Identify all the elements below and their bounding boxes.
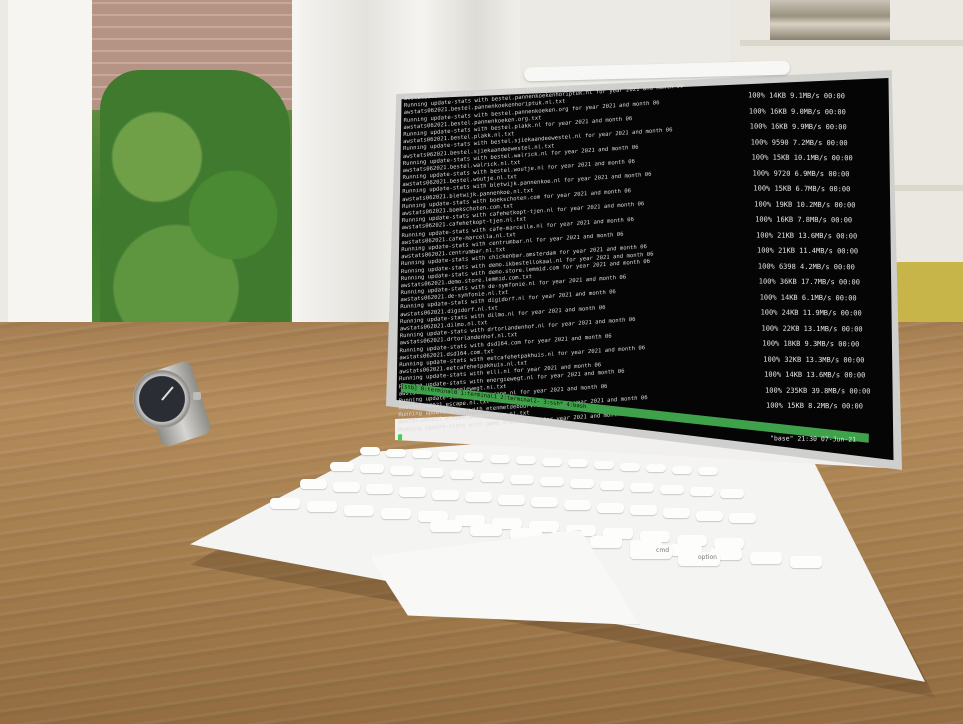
keyboard-key[interactable] (270, 498, 300, 509)
photo-scene: cmd option awstats062021.bestel.pannenkoe… (0, 0, 963, 724)
transfer-stat-row: 100% 14KB 6.1MB/s 00:00 (759, 293, 857, 303)
keyboard-key[interactable] (672, 465, 692, 474)
transfer-stats: 100% 14KB 9.1MB/s 00:00 100% 16KB 9.0MB/s… (748, 87, 878, 418)
transfer-stat-row: 100% 21KB 13.6MB/s 00:00 (756, 231, 858, 241)
keyboard-key[interactable] (432, 489, 459, 500)
keyboard-key[interactable] (333, 481, 360, 492)
transfer-stat-row: 100% 16KB 7.8MB/s 00:00 (755, 215, 853, 225)
terminal-cursor (397, 433, 403, 441)
keyboard-key[interactable] (690, 487, 714, 497)
keyboard-key[interactable] (660, 485, 684, 495)
keyboard-key[interactable] (412, 450, 432, 459)
keyboard-key[interactable] (344, 504, 374, 516)
transfer-stat-row: 100% 15KB 10.1MB/s 00:00 (751, 153, 853, 163)
keyboard-key[interactable] (300, 479, 327, 489)
keyboard-key[interactable] (390, 466, 414, 476)
keyboard-key[interactable] (399, 486, 426, 497)
transfer-stat-row: 100% 15KB 6.7MB/s 00:00 (753, 184, 851, 194)
keyboard-key[interactable] (531, 497, 558, 508)
keyboard-key[interactable] (630, 483, 654, 492)
transfer-stat-row: 100% 16KB 9.9MB/s 00:00 (749, 122, 847, 132)
transfer-stat-row: 100% 36KB 17.7MB/s 00:00 (758, 277, 860, 287)
keyboard-key[interactable] (590, 536, 622, 548)
keyboard-key[interactable] (381, 507, 411, 519)
keyboard-key[interactable] (490, 454, 510, 463)
keyboard-key[interactable] (438, 451, 458, 460)
transfer-stat-row: 100% 21KB 11.4MB/s 00:00 (757, 246, 859, 256)
keyboard-key[interactable] (663, 508, 690, 519)
keyboard-key[interactable] (465, 492, 492, 503)
keyboard-key[interactable] (597, 502, 624, 513)
keyboard-key[interactable] (630, 505, 657, 516)
keyboard-key[interactable] (330, 462, 354, 471)
keyboard-key[interactable] (542, 457, 562, 466)
transfer-stat-row: 100% 14KB 9.1MB/s 00:00 (748, 91, 845, 101)
keyboard-key[interactable] (750, 552, 782, 564)
keyboard-key[interactable] (696, 510, 723, 521)
transfer-stat-row: 100% 6398 4.2MB/s 00:00 (757, 262, 855, 272)
keyboard-key[interactable] (430, 520, 462, 532)
keyboard-key-option[interactable]: option (678, 552, 720, 566)
transfer-stat-row: 100% 32KB 13.3MB/s 00:00 (763, 355, 865, 365)
keyboard-key[interactable] (480, 472, 504, 482)
keyboard-key[interactable] (620, 462, 640, 471)
keyboard-key[interactable] (790, 556, 822, 568)
keyboard-key[interactable] (307, 501, 337, 513)
keyboard-key[interactable] (386, 448, 406, 457)
transfer-stat-row: 100% 24KB 11.9MB/s 00:00 (760, 308, 862, 318)
transfer-stat-row: 100% 19KB 10.2MB/s 00:00 (754, 200, 856, 210)
transfer-stat-row: 100% 235KB 39.8MB/s 00:00 (765, 386, 871, 396)
keyboard-key[interactable] (646, 464, 666, 473)
keyboard-key[interactable] (570, 478, 594, 488)
keyboard-key[interactable] (366, 484, 393, 495)
keyboard-key[interactable] (450, 470, 474, 480)
transfer-stat-row: 100% 14KB 13.6MB/s 00:00 (764, 370, 866, 380)
keyboard-key[interactable] (360, 447, 380, 455)
transfer-stat-row: 100% 18KB 9.3MB/s 00:00 (762, 339, 860, 349)
keyboard-key[interactable] (540, 476, 564, 486)
transfer-stat-row: 100% 15KB 8.2MB/s 00:00 (766, 402, 863, 411)
keyboard-key[interactable] (360, 464, 384, 474)
transfer-stat-row: 100% 16KB 9.0MB/s 00:00 (748, 106, 846, 116)
keyboard-key[interactable] (470, 524, 502, 536)
keyboard-key-cmd[interactable]: cmd (630, 545, 672, 559)
transfer-stat-row: 100% 9590 7.2MB/s 00:00 (750, 138, 848, 147)
keyboard-key[interactable] (568, 459, 588, 468)
transfer-stat-row: 100% 9720 6.9MB/s 00:00 (752, 169, 850, 178)
keyboard-key[interactable] (498, 494, 525, 505)
tmux-status-right: "base" 21:30 07-Jun-21 (769, 434, 857, 444)
keyboard-key[interactable] (564, 500, 591, 511)
keyboard-key[interactable] (600, 480, 624, 490)
keyboard-key[interactable] (464, 453, 484, 462)
keyboard-key[interactable] (516, 456, 536, 465)
keyboard-key[interactable] (720, 489, 744, 499)
transfer-stat-row: 100% 22KB 13.1MB/s 00:00 (761, 324, 863, 334)
keyboard-key[interactable] (594, 461, 614, 470)
keyboard-key[interactable] (510, 474, 534, 484)
keyboard-key[interactable] (420, 468, 444, 478)
keyboard-key[interactable] (729, 513, 756, 524)
keyboard-key[interactable] (698, 467, 718, 476)
